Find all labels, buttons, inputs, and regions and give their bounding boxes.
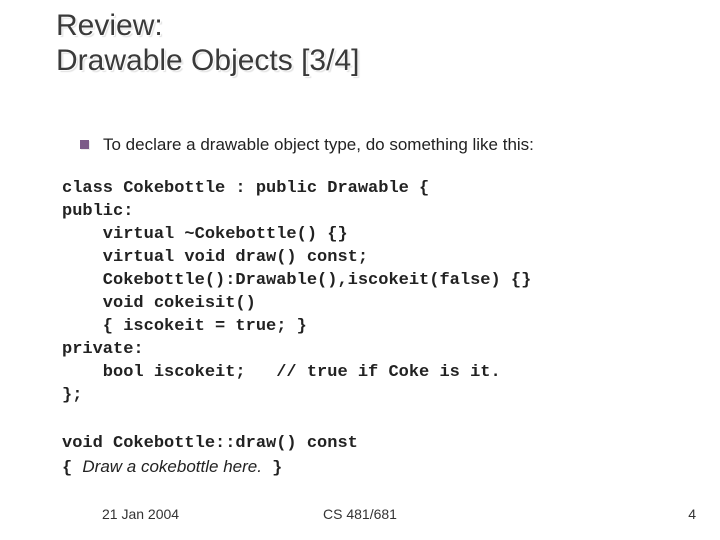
code-line: }; xyxy=(62,386,82,405)
bullet-item: To declare a drawable object type, do so… xyxy=(80,135,534,155)
title-line-1: Review: xyxy=(56,9,163,42)
code-line: void cokeisit() xyxy=(62,294,256,313)
footer-page-number: 4 xyxy=(688,506,696,522)
code-line: private: xyxy=(62,340,144,359)
bullet-icon xyxy=(80,140,89,149)
title-line-2: Drawable Objects [3/4] xyxy=(56,44,359,77)
code-line: { xyxy=(62,459,82,478)
code-italic-comment: Draw a cokebottle here. xyxy=(82,457,262,476)
slide-title: Review: Drawable Objects [3/4] xyxy=(56,8,359,79)
code-block-2: void Cokebottle::draw() const { Draw a c… xyxy=(62,432,358,480)
code-line: } xyxy=(262,459,282,478)
code-block-1: class Cokebottle : public Drawable { pub… xyxy=(62,177,531,407)
code-line: virtual void draw() const; xyxy=(62,248,368,267)
code-line: bool iscokeit; // true if Coke is it. xyxy=(62,363,501,382)
code-line: { iscokeit = true; } xyxy=(62,317,307,336)
code-line: Cokebottle():Drawable(),iscokeit(false) … xyxy=(62,271,531,290)
code-line: virtual ~Cokebottle() {} xyxy=(62,225,348,244)
code-line: public: xyxy=(62,202,133,221)
code-line: void Cokebottle::draw() const xyxy=(62,434,358,453)
code-line: class Cokebottle : public Drawable { xyxy=(62,179,429,198)
bullet-text: To declare a drawable object type, do so… xyxy=(103,135,534,155)
footer-course: CS 481/681 xyxy=(0,506,720,522)
slide: Review: Drawable Objects [3/4] To declar… xyxy=(0,0,720,540)
